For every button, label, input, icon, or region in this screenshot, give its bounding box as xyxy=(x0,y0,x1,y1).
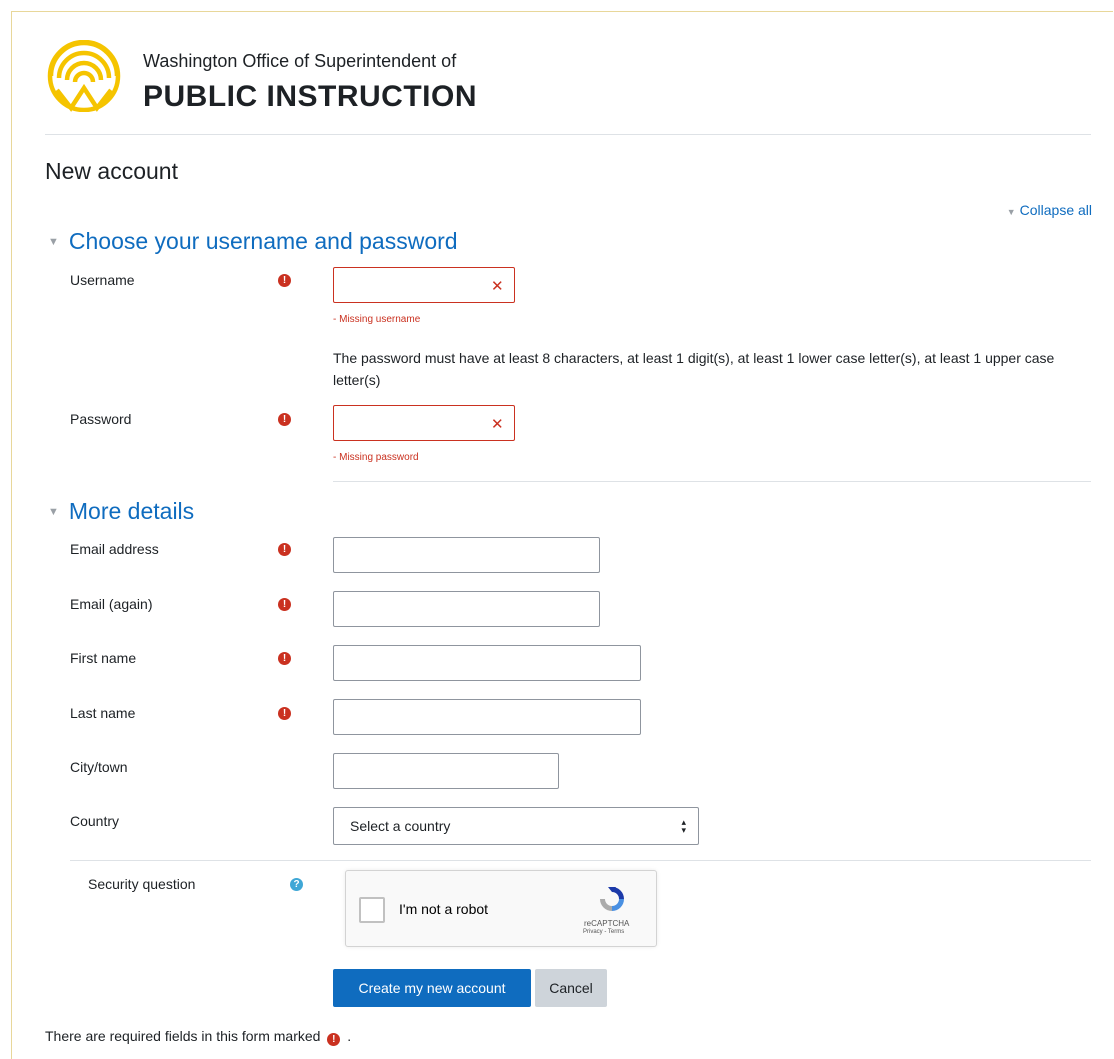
triangle-down-icon: ▼ xyxy=(1006,207,1016,217)
username-label: Username xyxy=(70,272,135,288)
country-selected-value: Select a country xyxy=(350,818,451,834)
help-icon[interactable]: ? xyxy=(290,878,303,891)
error-x-icon: ✕ xyxy=(491,416,504,433)
password-policy-note: The password must have at least 8 charac… xyxy=(333,350,1055,388)
required-icon: ! xyxy=(327,1033,341,1046)
triangle-down-icon: ▼ xyxy=(48,236,59,248)
triangle-down-icon: ▼ xyxy=(48,506,59,518)
select-arrows-icon: ▴ ▾ xyxy=(681,817,686,835)
collapse-all-label: Collapse all xyxy=(1019,202,1092,218)
recaptcha-checkbox[interactable] xyxy=(359,897,385,923)
section-details-header[interactable]: ▼ More details xyxy=(48,498,194,525)
required-icon: ! xyxy=(278,543,291,556)
collapse-all-link[interactable]: ▼ Collapse all xyxy=(1007,202,1092,218)
required-note-text: There are required fields in this form m… xyxy=(45,1028,321,1044)
country-label: Country xyxy=(70,813,120,829)
username-error: - Missing username xyxy=(333,314,421,325)
first-name-label: First name xyxy=(70,650,137,666)
first-name-input[interactable] xyxy=(333,645,641,681)
city-input[interactable] xyxy=(333,753,559,789)
required-icon: ! xyxy=(278,413,291,426)
page-title: New account xyxy=(45,158,178,184)
error-x-icon: ✕ xyxy=(491,278,504,295)
last-name-label: Last name xyxy=(70,705,136,721)
required-icon: ! xyxy=(278,652,291,665)
email-input[interactable] xyxy=(333,537,600,573)
section-credentials-title: Choose your username and password xyxy=(68,228,458,254)
section-details-title: More details xyxy=(68,498,195,524)
header-divider xyxy=(45,134,1091,135)
required-icon: ! xyxy=(278,274,291,287)
section-divider xyxy=(333,481,1091,482)
country-select[interactable]: Select a country ▴ ▾ xyxy=(333,807,699,845)
email-again-input[interactable] xyxy=(333,591,600,627)
email-label: Email address xyxy=(70,541,159,557)
recaptcha-widget: I'm not a robot reCAPTCHA Privacy - Term… xyxy=(345,870,657,947)
email-again-label: Email (again) xyxy=(70,596,153,612)
security-question-label: Security question xyxy=(88,876,196,892)
section-credentials-header[interactable]: ▼ Choose your username and password xyxy=(48,228,458,255)
password-error: - Missing password xyxy=(333,452,419,463)
password-label: Password xyxy=(70,411,132,427)
required-icon: ! xyxy=(278,707,291,720)
city-label: City/town xyxy=(70,759,128,775)
security-divider xyxy=(70,860,1091,861)
brand-title: PUBLIC INSTRUCTION xyxy=(143,80,477,113)
password-input[interactable] xyxy=(333,405,515,441)
create-account-button[interactable]: Create my new account xyxy=(333,969,531,1007)
username-input[interactable] xyxy=(333,267,515,303)
required-icon: ! xyxy=(278,598,291,611)
recaptcha-logo-icon xyxy=(600,887,624,911)
recaptcha-text: I'm not a robot xyxy=(399,901,489,917)
last-name-input[interactable] xyxy=(333,699,641,735)
required-fields-note: There are required fields in this form m… xyxy=(45,1028,351,1046)
ospi-rings-logo-icon[interactable] xyxy=(45,40,123,112)
recaptcha-brand: reCAPTCHA xyxy=(584,919,630,928)
required-note-end: . xyxy=(347,1028,352,1044)
recaptcha-links[interactable]: Privacy - Terms xyxy=(583,929,624,935)
cancel-button[interactable]: Cancel xyxy=(535,969,607,1007)
brand-org-line: Washington Office of Superintendent of xyxy=(143,51,457,71)
